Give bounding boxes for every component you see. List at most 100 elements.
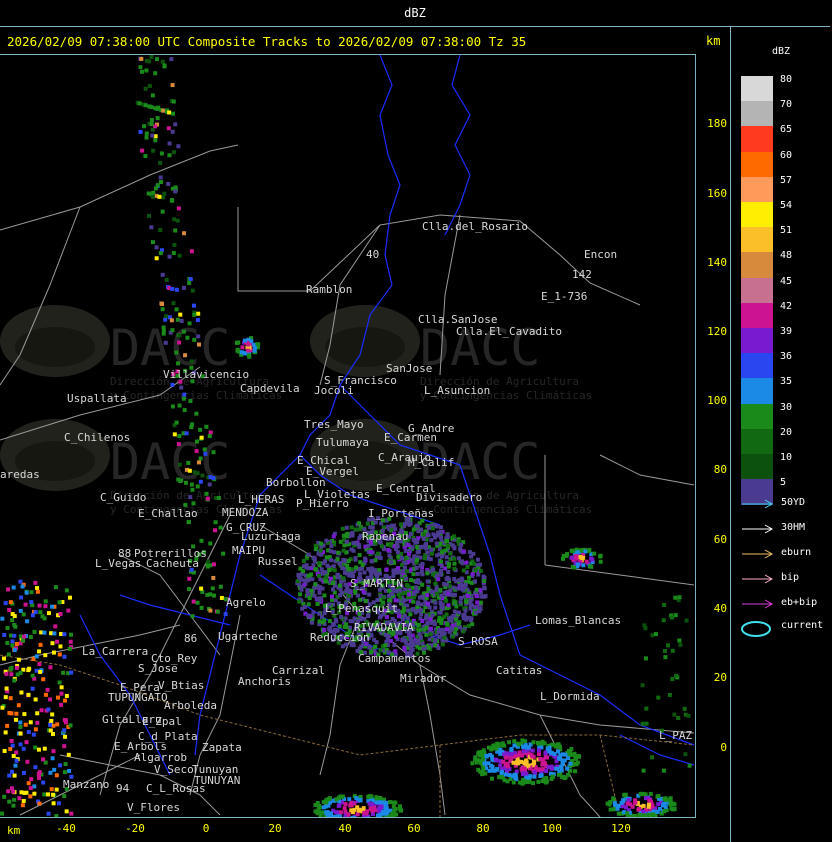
echo-cell	[174, 350, 179, 355]
echo-cell	[335, 557, 340, 562]
x-tick-label: 20	[268, 822, 282, 835]
echo-cell	[194, 449, 199, 454]
echo-cell	[138, 129, 143, 134]
echo-cell	[439, 605, 444, 610]
echo-cell	[297, 599, 302, 604]
echo-cell	[383, 643, 388, 648]
echo-cell	[313, 582, 318, 587]
echo-cell	[313, 567, 318, 572]
echo-cell	[454, 604, 459, 609]
place-label: Villavicencio	[163, 368, 249, 381]
radar-map[interactable]: DACC Dirección de Agricultura y Continge…	[0, 54, 696, 818]
echo-cell	[505, 764, 510, 769]
echo-cell	[160, 272, 165, 277]
y-tick-label: 60	[713, 533, 727, 546]
track-legend-label: current	[781, 620, 824, 631]
echo-cell	[18, 742, 23, 747]
echo-cell	[449, 615, 454, 620]
legend-title: dBZ	[772, 46, 791, 57]
echo-cell	[204, 491, 209, 496]
echo-cell	[460, 583, 465, 588]
echo-cell	[54, 787, 59, 792]
echo-cell	[298, 576, 303, 581]
echo-cell	[663, 655, 668, 660]
echo-cell	[653, 632, 658, 637]
echo-cell	[662, 809, 667, 814]
echo-cell	[211, 575, 216, 580]
echo-cell	[62, 632, 67, 637]
echo-cell	[433, 605, 438, 610]
place-label: Ramblon	[306, 283, 352, 296]
echo-cell	[18, 731, 23, 736]
echo-cell	[42, 616, 47, 621]
echo-cell	[208, 430, 213, 435]
echo-cell	[543, 751, 548, 756]
echo-cell	[427, 605, 432, 610]
echo-cell	[183, 353, 188, 358]
echo-cell	[636, 807, 641, 812]
echo-cell	[154, 256, 159, 261]
echo-cell	[621, 798, 626, 803]
echo-cell	[470, 761, 475, 766]
echo-cell	[10, 643, 15, 648]
place-label: L_HERAS	[238, 493, 284, 506]
echo-cell	[501, 759, 506, 764]
echo-cell	[177, 462, 182, 467]
track-legend-label: 50YD	[781, 497, 806, 508]
echo-cell	[655, 809, 660, 814]
echo-cell	[323, 559, 328, 564]
echo-cell	[149, 122, 154, 127]
x-tick-label: 60	[407, 822, 421, 835]
echo-cell	[395, 570, 400, 575]
echo-cell	[502, 778, 507, 783]
echo-cell	[567, 748, 572, 753]
place-label: MENDOZA	[222, 506, 269, 519]
echo-cell	[48, 722, 53, 727]
echo-cell	[366, 543, 371, 548]
echo-cell	[378, 796, 383, 801]
echo-cell	[69, 670, 74, 675]
echo-cell	[52, 631, 57, 636]
echo-cell	[161, 325, 166, 330]
echo-cell	[0, 705, 5, 710]
echo-cell	[361, 589, 366, 594]
place-label: S_Jose	[138, 662, 178, 675]
echo-cell	[367, 645, 372, 650]
echo-cell	[317, 590, 322, 595]
echo-cell	[439, 568, 444, 573]
echo-cell	[173, 122, 178, 127]
echo-cell	[415, 523, 420, 528]
echo-cell	[188, 495, 193, 500]
radar-map-canvas[interactable]: DACC Dirección de Agricultura y Continge…	[0, 55, 695, 817]
echo-cell	[324, 579, 329, 584]
echo-cell	[208, 608, 213, 613]
echo-cell	[41, 677, 46, 682]
arrow-icon	[742, 599, 774, 609]
echo-cell	[147, 213, 152, 218]
echo-cell	[57, 600, 62, 605]
echo-cell	[429, 538, 434, 543]
echo-cell	[329, 558, 334, 563]
echo-cell	[628, 802, 633, 807]
echo-cell	[196, 311, 201, 316]
echo-cell	[64, 693, 69, 698]
echo-cell	[396, 554, 401, 559]
echo-cell	[522, 779, 527, 784]
legend-level-label: 36	[780, 351, 793, 363]
echo-cell	[68, 632, 73, 637]
echo-cell	[186, 460, 191, 465]
echo-cell	[235, 347, 240, 352]
echo-cell	[16, 657, 21, 662]
echo-cell	[460, 578, 465, 583]
echo-cell	[170, 129, 175, 134]
echo-cell	[62, 744, 67, 749]
echo-cell	[478, 568, 483, 573]
place-label: aredas	[0, 468, 40, 481]
echo-cell	[416, 641, 421, 646]
echo-cell	[306, 552, 311, 557]
echo-cell	[415, 544, 420, 549]
echo-cell	[1, 656, 6, 661]
echo-cell	[170, 404, 175, 409]
echo-cell	[503, 772, 508, 777]
echo-cell	[173, 185, 178, 190]
